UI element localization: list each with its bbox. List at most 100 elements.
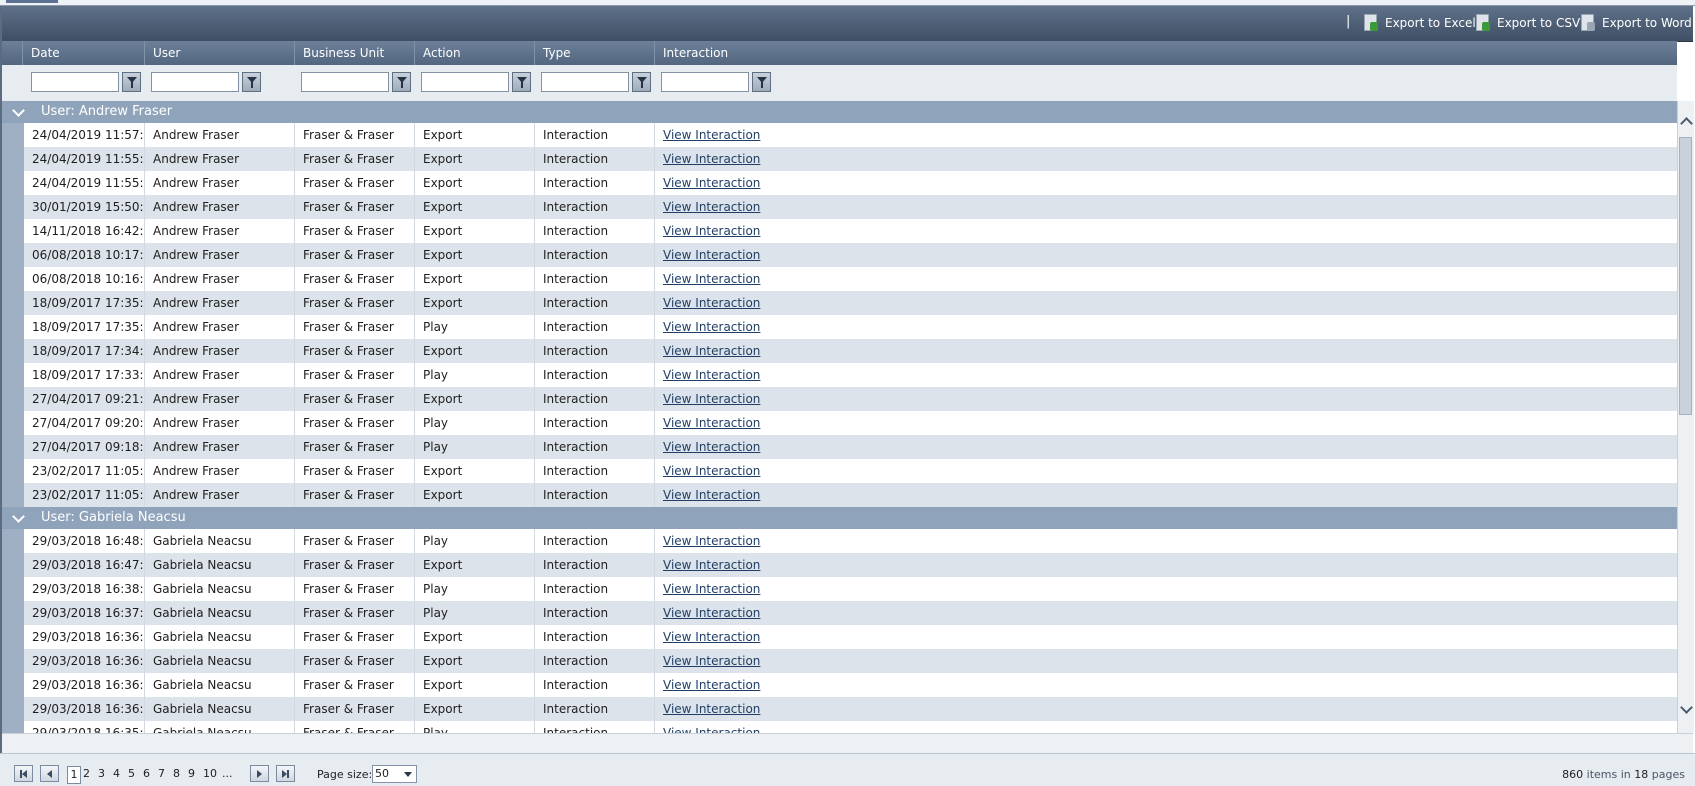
filter-action-button[interactable]	[512, 72, 531, 92]
horizontal-scrollbar[interactable]	[2, 733, 1693, 753]
view-interaction-link[interactable]: View Interaction	[663, 320, 760, 334]
view-interaction-link[interactable]: View Interaction	[663, 392, 760, 406]
table-row[interactable]: 27/04/2017 09:20:10Andrew FraserFraser &…	[24, 411, 1677, 435]
view-interaction-link[interactable]: View Interaction	[663, 248, 760, 262]
page-number[interactable]: 3	[98, 766, 105, 782]
filter-user-button[interactable]	[242, 72, 261, 92]
view-interaction-link[interactable]: View Interaction	[663, 464, 760, 478]
filter-date-button[interactable]	[122, 72, 141, 92]
vertical-scrollbar[interactable]	[1677, 101, 1694, 733]
view-interaction-link[interactable]: View Interaction	[663, 128, 760, 142]
export-excel-button[interactable]: Export to Excel	[1364, 13, 1476, 33]
first-page-button[interactable]	[14, 765, 33, 782]
view-interaction-link[interactable]: View Interaction	[663, 702, 760, 716]
table-row[interactable]: 30/01/2019 15:50:58Andrew FraserFraser &…	[24, 195, 1677, 219]
table-row[interactable]: 27/04/2017 09:18:45Andrew FraserFraser &…	[24, 435, 1677, 459]
chevron-down-icon[interactable]	[12, 510, 25, 523]
view-interaction-link[interactable]: View Interaction	[663, 368, 760, 382]
filter-type-input[interactable]	[541, 72, 629, 92]
page-number[interactable]: 9	[188, 766, 195, 782]
page-number[interactable]: 8	[173, 766, 180, 782]
page-number[interactable]: 6	[143, 766, 150, 782]
table-row[interactable]: 29/03/2018 16:38:24Gabriela NeacsuFraser…	[24, 577, 1677, 601]
view-interaction-link[interactable]: View Interaction	[663, 558, 760, 572]
view-interaction-link[interactable]: View Interaction	[663, 152, 760, 166]
group-header-row[interactable]: User: Andrew Fraser	[2, 101, 1677, 123]
column-header-user[interactable]: User	[144, 41, 294, 65]
view-interaction-link[interactable]: View Interaction	[663, 582, 760, 596]
column-header-action[interactable]: Action	[414, 41, 534, 65]
table-row[interactable]: 23/02/2017 11:05:12Andrew FraserFraser &…	[24, 483, 1677, 507]
last-page-button[interactable]	[276, 765, 295, 782]
view-interaction-link[interactable]: View Interaction	[663, 344, 760, 358]
scroll-up-icon[interactable]	[1680, 117, 1693, 130]
page-number[interactable]: 1	[67, 766, 81, 784]
next-page-button[interactable]	[250, 765, 269, 782]
view-interaction-link[interactable]: View Interaction	[663, 630, 760, 644]
view-interaction-link[interactable]: View Interaction	[663, 488, 760, 502]
page-number[interactable]: 2	[83, 766, 90, 782]
table-row[interactable]: 18/09/2017 17:33:58Andrew FraserFraser &…	[24, 363, 1677, 387]
scroll-down-icon[interactable]	[1680, 701, 1693, 714]
cell-business-unit: Fraser & Fraser	[294, 123, 414, 147]
table-row[interactable]: 29/03/2018 16:37:02Gabriela NeacsuFraser…	[24, 601, 1677, 625]
table-row[interactable]: 23/02/2017 11:05:49Andrew FraserFraser &…	[24, 459, 1677, 483]
view-interaction-link[interactable]: View Interaction	[663, 296, 760, 310]
filter-user-input[interactable]	[151, 72, 239, 92]
filter-action-input[interactable]	[421, 72, 509, 92]
table-row[interactable]: 27/04/2017 09:21:19Andrew FraserFraser &…	[24, 387, 1677, 411]
view-interaction-link[interactable]: View Interaction	[663, 440, 760, 454]
cell-type: Interaction	[534, 601, 654, 625]
table-row[interactable]: 06/08/2018 10:16:42Andrew FraserFraser &…	[24, 267, 1677, 291]
table-row[interactable]: 24/04/2019 11:57:07Andrew FraserFraser &…	[24, 123, 1677, 147]
table-row[interactable]: 14/11/2018 16:42:28Andrew FraserFraser &…	[24, 219, 1677, 243]
column-header-interaction[interactable]: Interaction	[654, 41, 1677, 65]
view-interaction-link[interactable]: View Interaction	[663, 224, 760, 238]
table-row[interactable]: 29/03/2018 16:36:29Gabriela NeacsuFraser…	[24, 625, 1677, 649]
cell-type: Interaction	[534, 339, 654, 363]
page-ellipsis[interactable]: ...	[222, 766, 233, 782]
page-number[interactable]: 7	[158, 766, 165, 782]
export-csv-button[interactable]: Export to CSV	[1476, 13, 1580, 33]
previous-page-button[interactable]	[40, 765, 59, 782]
table-row[interactable]: 18/09/2017 17:35:02Andrew FraserFraser &…	[24, 315, 1677, 339]
filter-interaction-input[interactable]	[661, 72, 749, 92]
page-number[interactable]: 4	[113, 766, 120, 782]
chevron-down-icon[interactable]	[12, 104, 25, 117]
page-size-select[interactable]: 50	[372, 765, 417, 783]
table-row[interactable]: 29/03/2018 16:36:27Gabriela NeacsuFraser…	[24, 697, 1677, 721]
view-interaction-link[interactable]: View Interaction	[663, 200, 760, 214]
scrollbar-thumb[interactable]	[1679, 137, 1692, 415]
view-interaction-link[interactable]: View Interaction	[663, 726, 760, 733]
view-interaction-link[interactable]: View Interaction	[663, 176, 760, 190]
view-interaction-link[interactable]: View Interaction	[663, 678, 760, 692]
view-interaction-link[interactable]: View Interaction	[663, 534, 760, 548]
table-row[interactable]: 18/09/2017 17:35:10Andrew FraserFraser &…	[24, 291, 1677, 315]
filter-interaction-button[interactable]	[752, 72, 771, 92]
table-row[interactable]: 29/03/2018 16:48:04Gabriela NeacsuFraser…	[24, 529, 1677, 553]
filter-date-input[interactable]	[31, 72, 119, 92]
view-interaction-link[interactable]: View Interaction	[663, 654, 760, 668]
export-word-button[interactable]: Export to Word	[1581, 13, 1692, 33]
column-header-business-unit[interactable]: Business Unit	[294, 41, 414, 65]
table-row[interactable]: 29/03/2018 16:35:56Gabriela NeacsuFraser…	[24, 721, 1677, 733]
page-number[interactable]: 10	[203, 766, 217, 782]
table-row[interactable]: 29/03/2018 16:47:45Gabriela NeacsuFraser…	[24, 553, 1677, 577]
table-row[interactable]: 06/08/2018 10:17:25Andrew FraserFraser &…	[24, 243, 1677, 267]
filter-business-unit-input[interactable]	[301, 72, 389, 92]
table-row[interactable]: 29/03/2018 16:36:28Gabriela NeacsuFraser…	[24, 673, 1677, 697]
column-header-date[interactable]: Date	[22, 41, 144, 65]
cell-user: Gabriela Neacsu	[144, 697, 294, 721]
view-interaction-link[interactable]: View Interaction	[663, 272, 760, 286]
filter-type-button[interactable]	[632, 72, 651, 92]
column-header-type[interactable]: Type	[534, 41, 654, 65]
page-number[interactable]: 5	[128, 766, 135, 782]
table-row[interactable]: 24/04/2019 11:55:12Andrew FraserFraser &…	[24, 171, 1677, 195]
table-row[interactable]: 18/09/2017 17:34:08Andrew FraserFraser &…	[24, 339, 1677, 363]
table-row[interactable]: 29/03/2018 16:36:29Gabriela NeacsuFraser…	[24, 649, 1677, 673]
view-interaction-link[interactable]: View Interaction	[663, 606, 760, 620]
table-row[interactable]: 24/04/2019 11:55:32Andrew FraserFraser &…	[24, 147, 1677, 171]
group-header-row[interactable]: User: Gabriela Neacsu	[2, 507, 1677, 529]
filter-business-unit-button[interactable]	[392, 72, 411, 92]
view-interaction-link[interactable]: View Interaction	[663, 416, 760, 430]
